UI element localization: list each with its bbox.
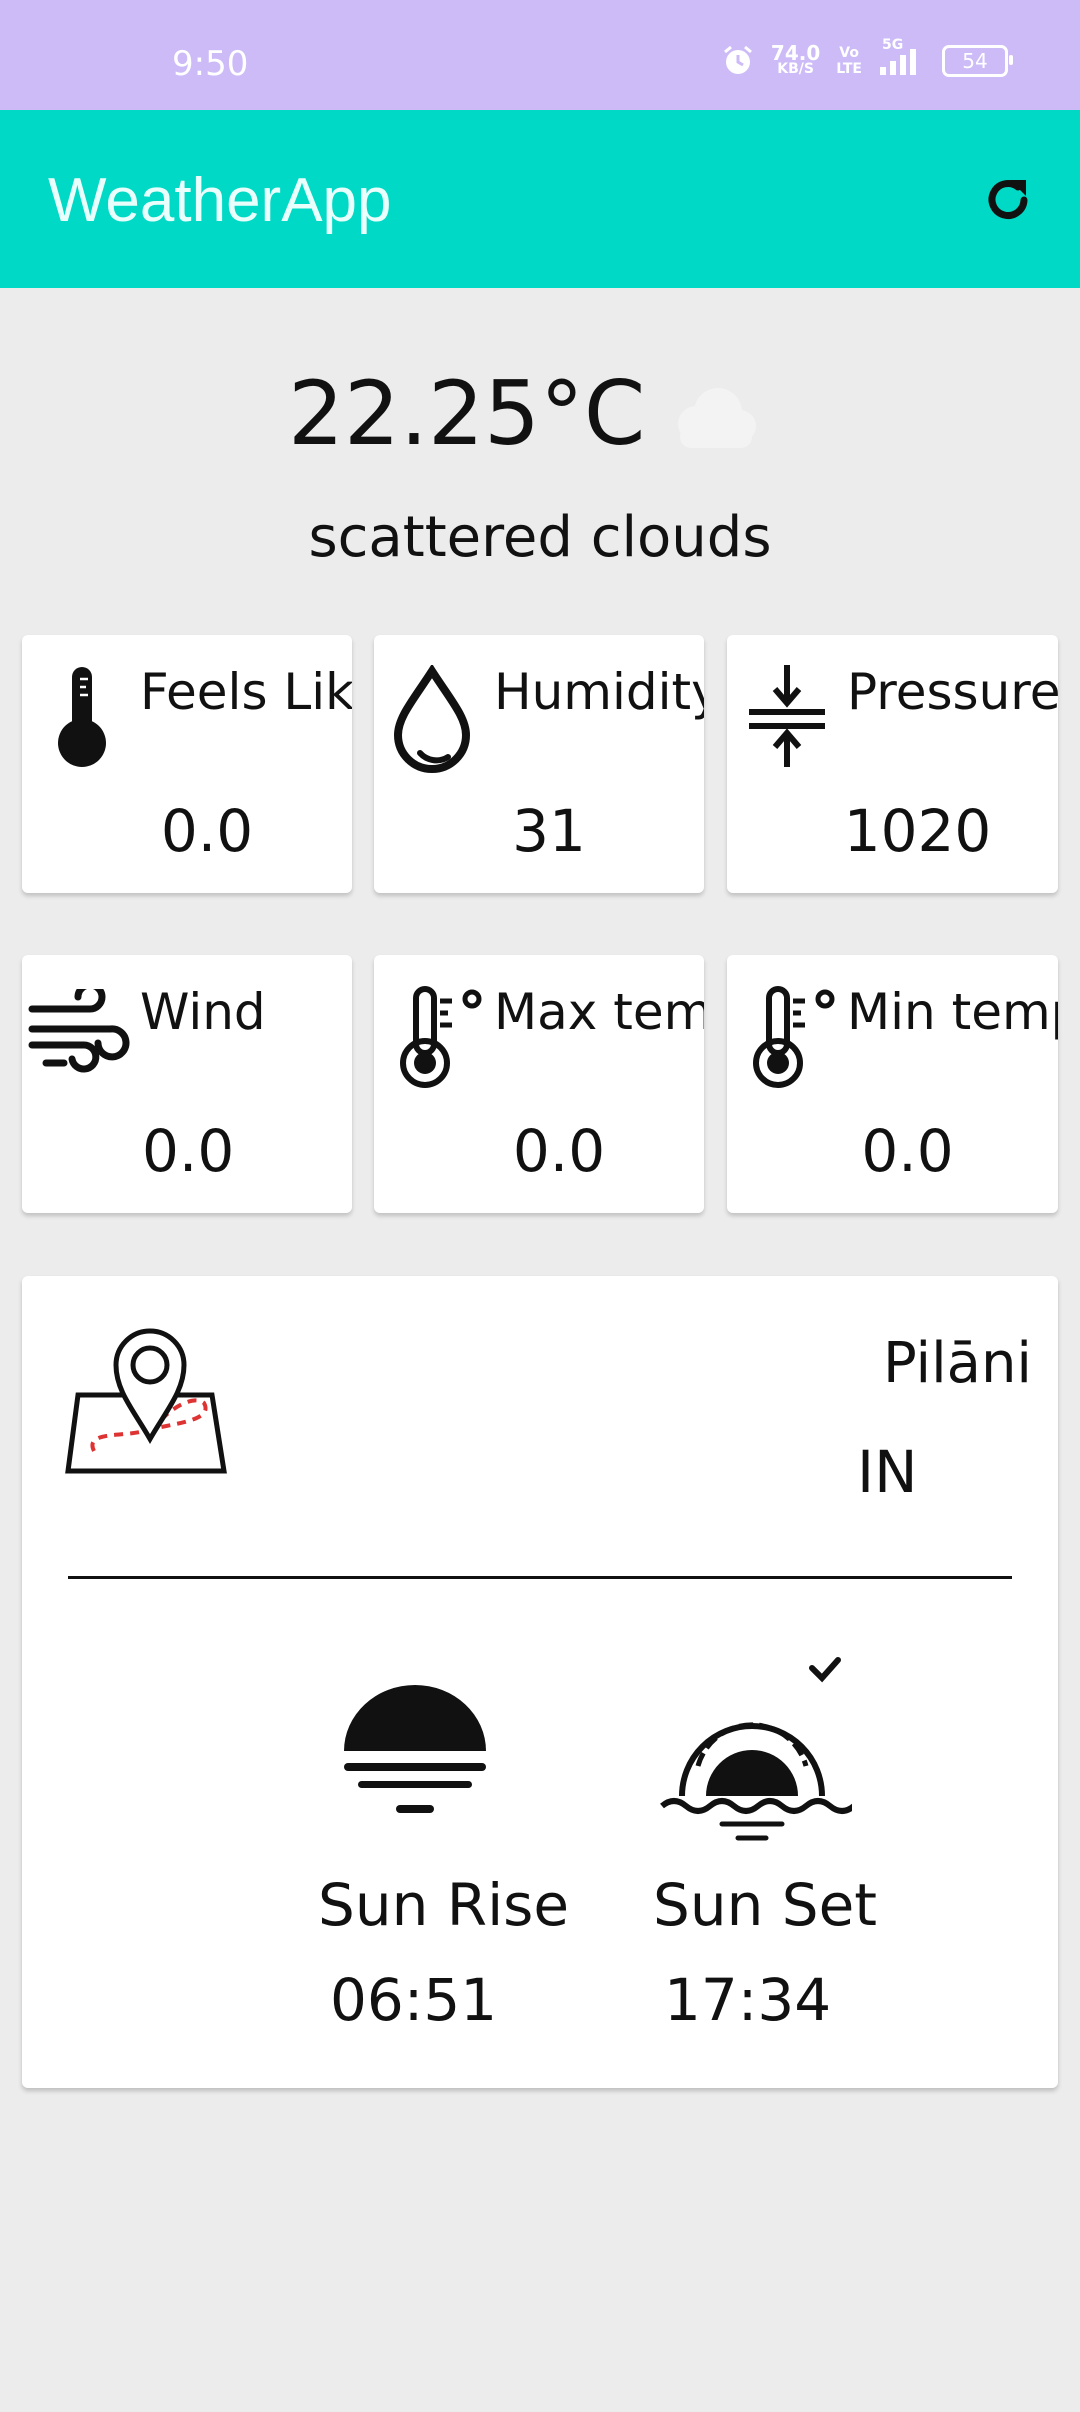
sunrise-time: 06:51 [330, 1966, 498, 2034]
pressure-card: Pressure 1020 [727, 635, 1058, 893]
thermometer-high-icon [400, 986, 482, 1088]
wind-label: Wind [140, 983, 266, 1041]
wind-icon [28, 989, 130, 1073]
thermometer-low-icon [753, 986, 835, 1088]
city-name: Pilāni [882, 1331, 1032, 1396]
max-temp-value: 0.0 [512, 1117, 606, 1185]
volte-bottom: LTE [836, 61, 862, 77]
location-card: Pilāni IN Sun Rise 06:51 Sun Set 17:34 [22, 1276, 1058, 2088]
current-temperature: 22.25°C [288, 362, 646, 465]
volte-badge: Vo LTE [836, 45, 862, 77]
battery-level: 54 [962, 49, 988, 73]
app-toolbar: WeatherApp [0, 110, 1080, 288]
humidity-card: Humidity 31 [374, 635, 704, 893]
volte-top: Vo [839, 45, 859, 61]
cloud-icon [678, 388, 756, 448]
thermometer-icon [58, 667, 106, 767]
refresh-icon[interactable] [980, 172, 1036, 228]
wind-value: 0.0 [142, 1117, 235, 1185]
status-bar: 9:50 74.0 KB/S Vo LTE 5G 54 [0, 0, 1080, 110]
sunset-time: 17:34 [664, 1966, 832, 2034]
pressure-label: Pressure [847, 663, 1058, 721]
battery-icon: 54 [942, 45, 1013, 77]
net-speed-unit: KB/S [777, 61, 814, 77]
min-temp-value: 0.0 [861, 1117, 954, 1185]
max-temp-label: Max temp [494, 983, 704, 1041]
divider [68, 1576, 1012, 1579]
droplet-icon [393, 665, 471, 773]
pressure-icon [749, 665, 825, 767]
feels-like-card: Feels Like 0.0 [22, 635, 352, 893]
sunrise-label: Sun Rise [318, 1871, 570, 1939]
humidity-value: 31 [512, 797, 586, 865]
feels-like-label: Feels Like [140, 663, 352, 721]
net-speed-value: 74.0 [770, 41, 821, 65]
min-temp-label: Min temp [847, 983, 1058, 1041]
sunset-label: Sun Set [653, 1871, 878, 1939]
signal-strength: 5G [878, 37, 926, 77]
wind-card: Wind 0.0 [22, 955, 352, 1213]
feels-like-value: 0.0 [160, 797, 254, 865]
signal-network-type: 5G [882, 37, 904, 53]
status-time: 9:50 [172, 44, 249, 84]
alarm-icon [723, 45, 752, 74]
humidity-label: Humidity [494, 663, 704, 721]
net-speed: 74.0 KB/S [770, 41, 821, 77]
max-temp-card: Max temp 0.0 [374, 955, 704, 1213]
status-icons: 74.0 KB/S Vo LTE 5G 54 [721, 37, 1013, 78]
min-temp-card: Min temp 0.0 [727, 955, 1058, 1213]
weather-description: scattered clouds [308, 505, 772, 570]
country-code: IN [857, 1438, 918, 1506]
sunset-icon [660, 1657, 852, 1841]
app-title: WeatherApp [48, 166, 392, 235]
sunrise-icon [344, 1685, 486, 1813]
pressure-value: 1020 [843, 797, 992, 865]
